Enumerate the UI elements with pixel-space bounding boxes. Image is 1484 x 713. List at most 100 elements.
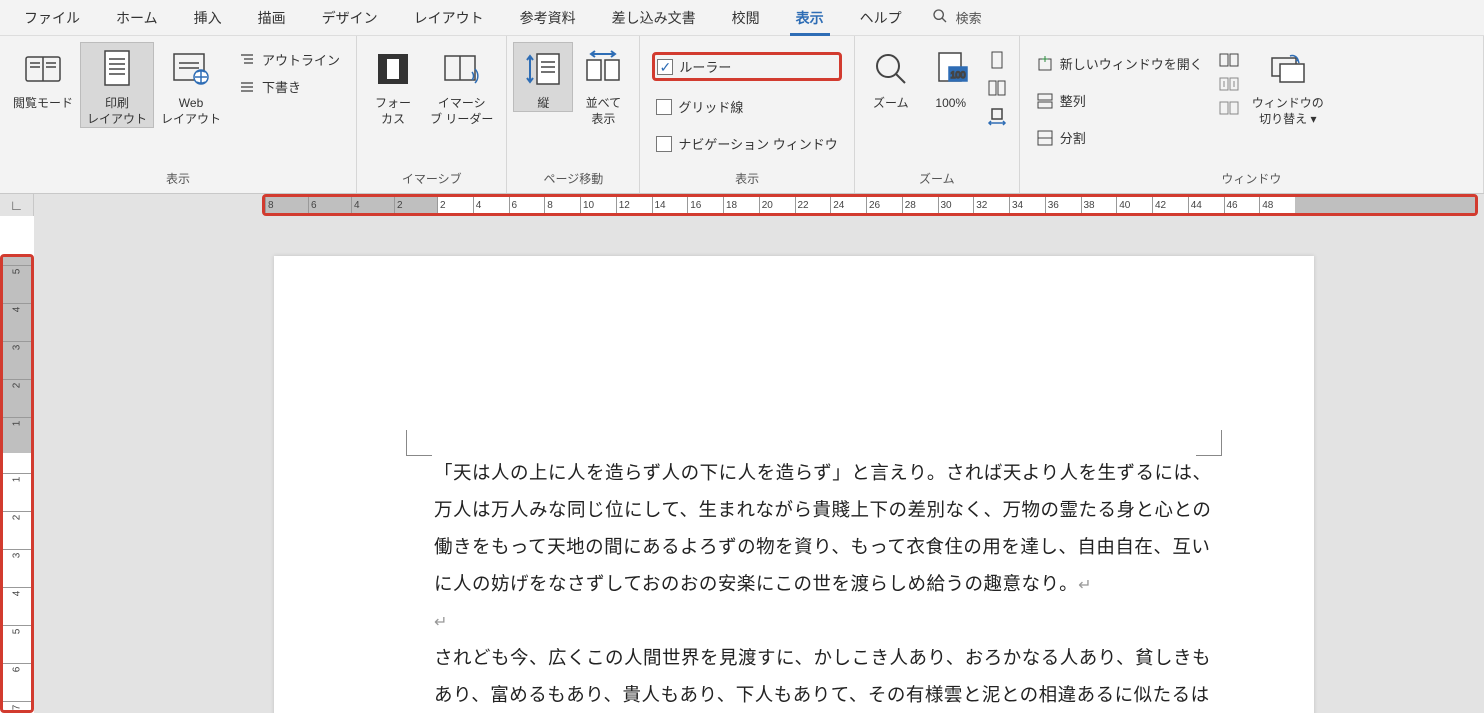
split-button[interactable]: 分割 [1032, 126, 1207, 149]
switch-windows-button[interactable]: ウィンドウの 切り替え ▾ [1245, 42, 1331, 128]
menu-help[interactable]: ヘルプ [842, 0, 920, 36]
split-label: 分割 [1060, 128, 1086, 147]
web-layout-button[interactable]: Web レイアウト [154, 42, 228, 128]
menu-view[interactable]: 表示 [778, 0, 842, 36]
menu-bar: ファイル ホーム 挿入 描画 デザイン レイアウト 参考資料 差し込み文書 校閲… [0, 0, 1484, 36]
search-label: 検索 [956, 8, 982, 27]
sync-scroll-button[interactable] [1219, 76, 1239, 92]
zoom-100-button[interactable]: 100 100% [921, 42, 981, 112]
group-window: 新しいウィンドウを開く 整列 分割 [1020, 36, 1484, 193]
ruler-check-icon [657, 59, 673, 75]
ruler-tick: 32 [973, 197, 1009, 213]
side-by-side-label: 並べて 表示 [586, 95, 622, 127]
menu-insert[interactable]: 挿入 [176, 0, 240, 36]
group-zoom: ズーム 100 100% ズーム [855, 36, 1020, 193]
ruler-checkbox[interactable]: ルーラー [652, 52, 841, 81]
ruler-tick: 20 [759, 197, 795, 213]
ruler-tick: 44 [1188, 197, 1224, 213]
ruler-tick: 2 [3, 379, 31, 391]
multi-page-button[interactable] [987, 78, 1007, 98]
web-layout-icon [169, 47, 213, 91]
zoom-button[interactable]: ズーム [861, 42, 921, 112]
arrange-all-icon [1036, 92, 1054, 110]
gridlines-checkbox[interactable]: グリッド線 [652, 95, 841, 118]
paragraph-1[interactable]: 「天は人の上に人を造らず人の下に人を造らず」と言えり。されば天より人を生ずるには… [434, 456, 1218, 604]
menu-design[interactable]: デザイン [304, 0, 396, 36]
svg-text:100: 100 [950, 70, 965, 80]
ruler-tick: 1 [3, 473, 31, 485]
ruler-tick: 1 [3, 417, 31, 429]
draft-button[interactable]: 下書き [234, 75, 344, 98]
gridlines-check-icon [656, 99, 672, 115]
ruler-tick: 10 [580, 197, 616, 213]
menu-references[interactable]: 参考資料 [502, 0, 594, 36]
menu-home[interactable]: ホーム [98, 0, 176, 36]
tab-selector[interactable]: ∟ [0, 194, 34, 216]
zoom-icon [869, 47, 913, 91]
draft-label: 下書き [262, 77, 301, 96]
reset-window-pos-button[interactable] [1219, 100, 1239, 116]
ruler-area: ∟ 8642 246810121416182022242628303234363… [0, 194, 1484, 216]
menu-layout[interactable]: レイアウト [396, 0, 502, 36]
reading-mode-icon [21, 47, 65, 91]
group-views-label: 表示 [6, 166, 350, 193]
menu-draw[interactable]: 描画 [240, 0, 304, 36]
ruler-tick: 2 [394, 197, 437, 213]
document-area[interactable]: 「天は人の上に人を造らず人の下に人を造らず」と言えり。されば天より人を生ずるには… [34, 216, 1484, 713]
empty-paragraph[interactable]: ↵ [434, 604, 1218, 641]
ruler-tick: 7 [3, 701, 31, 713]
ruler-tick: 30 [938, 197, 974, 213]
focus-button[interactable]: フォー カス [363, 42, 423, 128]
new-window-button[interactable]: 新しいウィンドウを開く [1032, 52, 1207, 75]
immersive-reader-label: イマーシ ブ リーダー [430, 95, 493, 127]
group-page-move: 縦 並べて 表示 ページ移動 [507, 36, 640, 193]
menu-file[interactable]: ファイル [6, 0, 98, 36]
outline-icon [238, 51, 256, 69]
immersive-reader-button[interactable]: イマーシ ブ リーダー [423, 42, 500, 128]
focus-label: フォー カス [375, 95, 411, 127]
one-page-button[interactable] [987, 50, 1007, 70]
reading-mode-label: 閲覧モード [13, 95, 73, 111]
navpane-label: ナビゲーション ウィンドウ [678, 134, 837, 153]
ruler-tick: 6 [3, 663, 31, 675]
group-window-label: ウィンドウ [1026, 166, 1477, 193]
paragraph-mark-icon: ↵ [1078, 577, 1092, 594]
page[interactable]: 「天は人の上に人を造らず人の下に人を造らず」と言えり。されば天より人を生ずるには… [274, 256, 1314, 713]
ruler-tick: 2 [437, 197, 473, 213]
zoom-label: ズーム [873, 95, 909, 111]
reading-mode-button[interactable]: 閲覧モード [6, 42, 80, 112]
outline-button[interactable]: アウトライン [234, 48, 344, 71]
ruler-tick: 14 [652, 197, 688, 213]
menu-review[interactable]: 校閲 [714, 0, 778, 36]
paragraph-2[interactable]: されども今、広くこの人間世界を見渡すに、かしこき人あり、おろかなる人あり、貧しき… [434, 641, 1218, 713]
ruler-tick: 2 [3, 511, 31, 523]
vertical-icon [521, 47, 565, 91]
ruler-tick: 4 [3, 587, 31, 599]
arrange-all-label: 整列 [1060, 91, 1086, 110]
gridlines-label: グリッド線 [678, 97, 743, 116]
ruler-tick: 16 [687, 197, 723, 213]
arrange-all-button[interactable]: 整列 [1032, 89, 1207, 112]
ruler-tick: 28 [902, 197, 938, 213]
ruler-label: ルーラー [679, 57, 731, 76]
ruler-tick: 4 [473, 197, 509, 213]
ruler-tick: 24 [830, 197, 866, 213]
vertical-ruler[interactable]: 54321 1234567 [0, 254, 34, 713]
print-layout-label: 印刷 レイアウト [87, 95, 147, 127]
navpane-checkbox[interactable]: ナビゲーション ウィンドウ [652, 132, 841, 155]
ruler-tick: 22 [795, 197, 831, 213]
horizontal-ruler[interactable]: 8642 24681012141618202224262830323436384… [262, 194, 1478, 216]
page-width-button[interactable] [987, 106, 1007, 126]
view-side-by-side-button[interactable] [1219, 52, 1239, 68]
search-box[interactable]: 検索 [920, 8, 994, 27]
ruler-tick: 3 [3, 549, 31, 561]
side-by-side-button[interactable]: 並べて 表示 [573, 42, 633, 128]
menu-mailings[interactable]: 差し込み文書 [594, 0, 714, 36]
outline-label: アウトライン [262, 50, 340, 69]
chevron-down-icon: ▾ [1310, 112, 1316, 126]
draft-icon [238, 78, 256, 96]
vertical-button[interactable]: 縦 [513, 42, 573, 112]
print-layout-button[interactable]: 印刷 レイアウト [80, 42, 154, 128]
ruler-tick: 18 [723, 197, 759, 213]
group-immersive: フォー カス イマーシ ブ リーダー イマーシブ [357, 36, 507, 193]
